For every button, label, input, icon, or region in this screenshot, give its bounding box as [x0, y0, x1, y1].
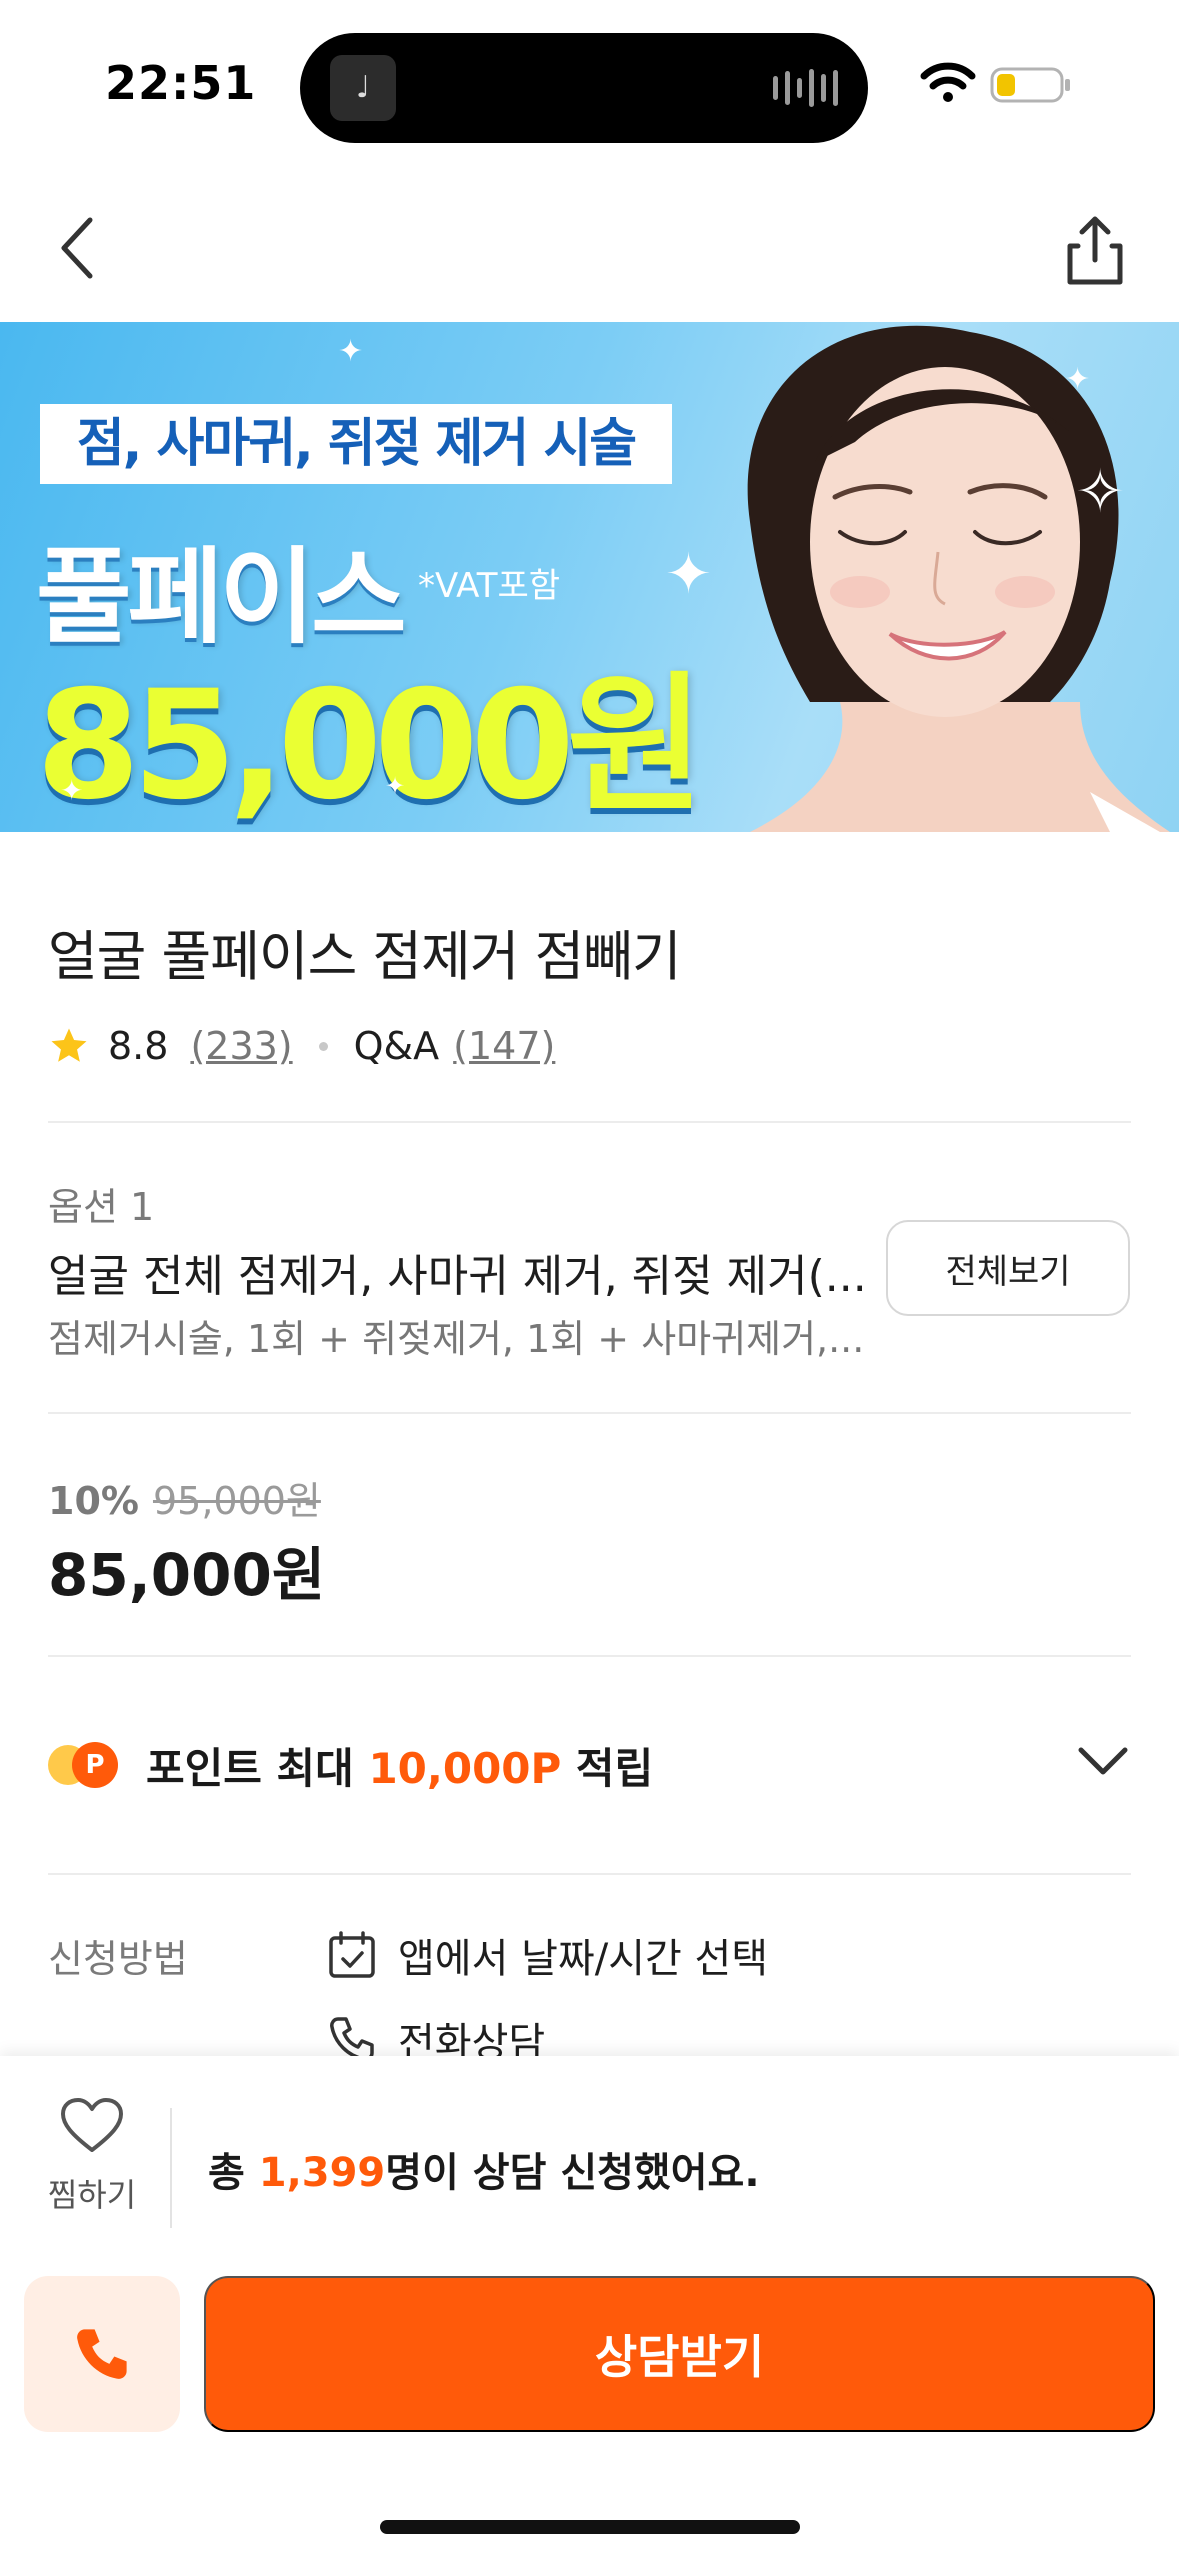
- consult-count-number: 1,399: [258, 2150, 386, 2196]
- wishlist-button[interactable]: 찜하기: [30, 2096, 154, 2276]
- original-price: 95,000원: [152, 1479, 321, 1523]
- review-count-link[interactable]: (233): [190, 1024, 292, 1068]
- calendar-check-icon: [329, 1931, 375, 1978]
- divider: [48, 1655, 1131, 1657]
- points-text: 포인트 최대 10,000P 적립: [146, 1743, 654, 1793]
- application-method-label: 신청방법: [48, 1937, 188, 1981]
- product-detail-page: 22:51 ♩ 점, 사마귀, 쥐젖 제거 시술 풀페이스 *VAT포함 85,…: [0, 0, 1179, 2556]
- points-coin-icon: P: [48, 1742, 118, 1788]
- heart-icon: [61, 2098, 123, 2152]
- audio-waveform-icon: [773, 67, 838, 109]
- sparkle-icon: ✦: [385, 772, 406, 800]
- wishlist-label: 찜하기: [47, 2176, 137, 2214]
- sparkle-icon: ✦: [1065, 362, 1091, 397]
- final-price: 85,000원: [48, 1541, 326, 1609]
- call-button[interactable]: [24, 2276, 180, 2432]
- rating-row: 8.8 (233) Q&A (147): [48, 1018, 555, 1074]
- option-description: 점제거시술, 1회 + 쥐젖제거, 1회 + 사마귀제거,...: [48, 1317, 865, 1361]
- application-method-app: 앱에서 날짜/시간 선택: [326, 1926, 768, 1984]
- sparkle-icon: ✦: [665, 542, 712, 607]
- discount-row: 10% 95,000원: [48, 1470, 321, 1525]
- banner-price: 85,000원: [36, 659, 705, 832]
- option-label: 옵션 1: [48, 1185, 155, 1229]
- status-time: 22:51: [105, 56, 257, 110]
- back-arrow-icon[interactable]: [48, 208, 118, 288]
- music-note-icon: ♩: [330, 55, 396, 121]
- banner-vat-note: *VAT포함: [418, 566, 561, 606]
- discount-rate: 10%: [48, 1479, 139, 1523]
- phone-icon: [77, 2329, 127, 2379]
- divider: [48, 1121, 1131, 1123]
- application-method-text: 앱에서 날짜/시간 선택: [398, 1936, 769, 1982]
- qa-label: Q&A: [353, 1024, 440, 1068]
- points-amount: 10,000P: [368, 1743, 562, 1793]
- consult-button[interactable]: 상담받기: [204, 2276, 1155, 2432]
- status-bar: 22:51 ♩: [0, 0, 1179, 170]
- vertical-divider: [170, 2108, 172, 2228]
- bottom-action-bar: 찜하기 총 1,399명이 상담 신청했어요. 상담받기: [0, 2056, 1179, 2556]
- battery-icon: [990, 67, 1070, 103]
- qa-count-link[interactable]: (147): [453, 1024, 555, 1068]
- divider: [48, 1873, 1131, 1875]
- sparkle-icon: ✧: [1075, 457, 1126, 527]
- model-image: [747, 325, 1170, 832]
- dynamic-island: ♩: [300, 33, 868, 143]
- view-all-button[interactable]: 전체보기: [886, 1220, 1130, 1316]
- promo-banner: 점, 사마귀, 쥐젖 제거 시술 풀페이스 *VAT포함 85,000원 ✦ ✦…: [0, 322, 1179, 832]
- wifi-icon: [920, 62, 976, 102]
- banner-tag: 점, 사마귀, 쥐젖 제거 시술: [76, 414, 637, 474]
- product-title: 얼굴 풀페이스 점제거 점빼기: [48, 925, 682, 988]
- star-icon: [51, 1028, 87, 1062]
- sparkle-icon: ✦: [60, 774, 84, 807]
- points-row[interactable]: P 포인트 최대 10,000P 적립: [48, 1730, 1131, 1800]
- consult-count-text: 총 1,399명이 상담 신청했어요.: [208, 2150, 760, 2196]
- home-indicator: [380, 2520, 800, 2534]
- sparkle-icon: ✦: [338, 334, 364, 369]
- separator-dot: [318, 1041, 328, 1051]
- rating-value: 8.8: [108, 1024, 169, 1068]
- option-name: 얼굴 전체 점제거, 사마귀 제거, 쥐젖 제거(...: [48, 1251, 867, 1302]
- chevron-down-icon[interactable]: [1075, 1742, 1131, 1782]
- divider: [48, 1412, 1131, 1414]
- share-icon[interactable]: [1060, 212, 1130, 288]
